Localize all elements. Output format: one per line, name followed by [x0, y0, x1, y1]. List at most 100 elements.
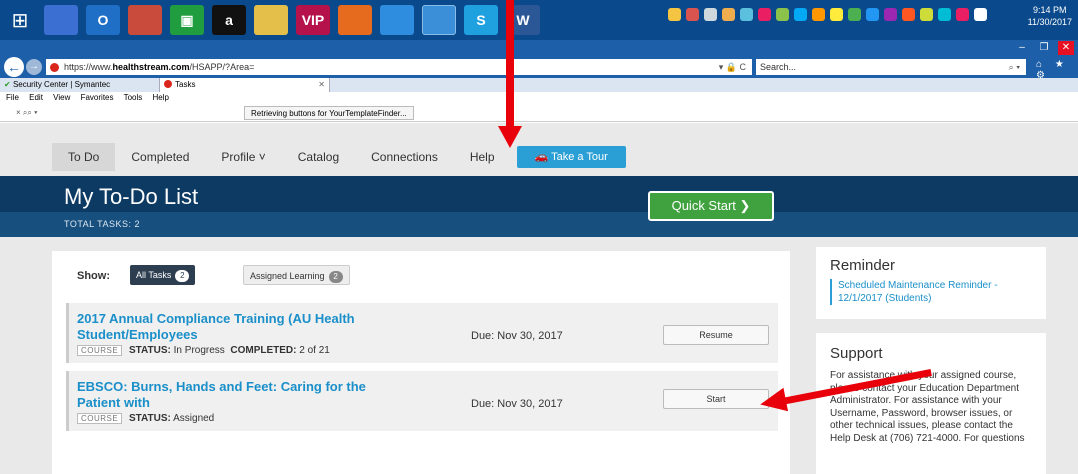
checkmark-icon: ✔ — [4, 80, 13, 89]
search-icon[interactable]: ⌕ ▾ — [1009, 59, 1020, 75]
tray-icon[interactable] — [974, 8, 987, 21]
restore-icon[interactable]: ❐ — [1036, 41, 1052, 55]
taskbar-app-icon[interactable]: ▣ — [170, 5, 204, 35]
tray-icon[interactable] — [758, 8, 771, 21]
url-prefix: https://www. — [64, 62, 113, 72]
start-button[interactable]: Start — [663, 389, 769, 409]
maintenance-reminder-link[interactable]: Scheduled Maintenance Reminder - 12/1/20… — [830, 279, 1036, 305]
windows-start-icon[interactable]: ⊞ — [0, 0, 40, 40]
search-input[interactable]: Search... ⌕ ▾ — [756, 59, 1026, 75]
taskbar-app-icon[interactable] — [128, 5, 162, 35]
status-label: STATUS: — [129, 413, 171, 424]
back-arrow-icon[interactable]: ← — [4, 57, 24, 77]
tray-icon[interactable] — [848, 8, 861, 21]
nav-todo[interactable]: To Do — [52, 143, 116, 171]
healthstream-page: To Do Completed Profile ˅ Catalog Connec… — [0, 123, 1078, 474]
close-tab-icon[interactable]: ✕ — [318, 78, 325, 92]
address-bar[interactable]: https://www.healthstream.com/HSAPP/?Area… — [46, 59, 752, 75]
tray-icon[interactable] — [884, 8, 897, 21]
toolbar-search-icons[interactable]: × ⌕⌕ ▾ — [16, 104, 37, 122]
tray-icon[interactable] — [956, 8, 969, 21]
menu-help[interactable]: Help — [153, 93, 169, 102]
tray-icon[interactable] — [704, 8, 717, 21]
tray-icon[interactable] — [830, 8, 843, 21]
menu-favorites[interactable]: Favorites — [81, 93, 114, 102]
tray-icon[interactable] — [812, 8, 825, 21]
clock-time: 9:14 PM — [1033, 5, 1067, 15]
menu-edit[interactable]: Edit — [29, 93, 43, 102]
todo-header: My To-Do List TOTAL TASKS: 2 — [0, 176, 1078, 237]
taskbar-app-icon[interactable]: a — [212, 5, 246, 35]
window-title-bar: – ❐ ✕ — [0, 40, 1078, 56]
task-title-link[interactable]: 2017 Annual Compliance Training (AU Heal… — [77, 311, 407, 343]
reminder-panel: Reminder Scheduled Maintenance Reminder … — [816, 247, 1046, 319]
tray-icon[interactable] — [740, 8, 753, 21]
taskbar-app-icon[interactable] — [254, 5, 288, 35]
tray-icon[interactable] — [686, 8, 699, 21]
total-tasks: TOTAL TASKS: 2 — [0, 212, 1078, 237]
page-title: My To-Do List — [64, 184, 199, 209]
toolbar-status-text: Retrieving buttons for YourTemplateFinde… — [244, 106, 414, 120]
taskbar-app-icon[interactable]: S — [464, 5, 498, 35]
tray-icon[interactable] — [794, 8, 807, 21]
taskbar-app-icon[interactable] — [380, 5, 414, 35]
minimize-icon[interactable]: – — [1014, 41, 1030, 55]
filter-all-tasks[interactable]: All Tasks 2 — [130, 265, 196, 285]
annotation-arrow-left-head — [757, 387, 789, 417]
search-placeholder: Search... — [760, 62, 797, 72]
resume-button[interactable]: Resume — [663, 325, 769, 345]
taskbar-app-icon[interactable]: VIP — [296, 5, 330, 35]
count-badge: 2 — [328, 271, 343, 283]
url-path: /HSAPP/?Area= — [189, 62, 255, 72]
browser-navigation-bar: ← → https://www.healthstream.com/HSAPP/?… — [0, 56, 1078, 81]
taskbar-app-icon[interactable] — [422, 5, 456, 35]
nav-catalog[interactable]: Catalog — [282, 143, 355, 171]
tray-icon[interactable] — [920, 8, 933, 21]
count-badge: 2 — [175, 270, 190, 282]
due-date: Due: Nov 30, 2017 — [471, 398, 563, 410]
reminder-title: Reminder — [830, 257, 896, 274]
task-list-panel: Show: All Tasks 2 Assigned Learning 2 2017… — [52, 251, 790, 474]
tray-icon[interactable] — [866, 8, 879, 21]
tab-label: Tasks — [175, 80, 196, 89]
taskbar-app-icon[interactable]: O — [86, 5, 120, 35]
nav-connections[interactable]: Connections — [355, 143, 454, 171]
tray-icon[interactable] — [938, 8, 951, 21]
tray-icon[interactable] — [668, 8, 681, 21]
filter-label: All Tasks — [136, 270, 172, 280]
forward-arrow-icon[interactable]: → — [26, 59, 42, 75]
taskbar-app-icon[interactable] — [44, 5, 78, 35]
take-a-tour-button[interactable]: 🚗 Take a Tour — [516, 146, 626, 168]
annotation-arrow-down — [506, 0, 514, 128]
course-badge: COURSE — [77, 413, 123, 424]
task-title-link[interactable]: EBSCO: Burns, Hands and Feet: Caring for… — [77, 379, 407, 411]
support-text: For assistance with your assigned course… — [830, 370, 1025, 444]
menu-view[interactable]: View — [53, 93, 70, 102]
menu-tools[interactable]: Tools — [124, 93, 143, 102]
task-row: EBSCO: Burns, Hands and Feet: Caring for… — [66, 371, 778, 431]
filter-assigned-learning[interactable]: Assigned Learning 2 — [243, 265, 350, 285]
quick-start-button[interactable]: Quick Start ❯ — [648, 191, 774, 221]
tray-icon[interactable] — [722, 8, 735, 21]
tray-icon[interactable] — [902, 8, 915, 21]
due-date: Due: Nov 30, 2017 — [471, 330, 563, 342]
tab-tasks[interactable]: Tasks ✕ — [160, 78, 330, 92]
menu-file[interactable]: File — [6, 93, 19, 102]
site-navigation: To Do Completed Profile ˅ Catalog Connec… — [52, 143, 626, 171]
task-meta: COURSE STATUS: In Progress COMPLETED: 2 … — [77, 345, 330, 356]
taskbar-clock[interactable]: 9:14 PM 11/30/2017 — [1028, 4, 1072, 28]
close-icon[interactable]: ✕ — [1058, 41, 1074, 55]
nav-profile[interactable]: Profile ˅ — [205, 143, 281, 171]
status-value: Assigned — [173, 413, 215, 424]
url-domain: healthstream.com — [112, 62, 190, 72]
taskbar-app-icon[interactable] — [338, 5, 372, 35]
support-panel: Support For assistance with your assigne… — [816, 333, 1046, 474]
tab-security-center[interactable]: ✔ Security Center | Symantec — [0, 78, 160, 92]
windows-taskbar: ⊞ O ▣ a VIP S W 9:14 PM 11/30/2017 — [0, 0, 1078, 40]
tray-icon[interactable] — [776, 8, 789, 21]
site-favicon-icon — [50, 63, 59, 72]
status-value: In Progress — [173, 345, 225, 356]
completed-value: 2 of 21 — [299, 345, 330, 356]
address-tools-icons[interactable]: ▾ 🔒 C — [719, 59, 746, 75]
nav-completed[interactable]: Completed — [115, 143, 205, 171]
